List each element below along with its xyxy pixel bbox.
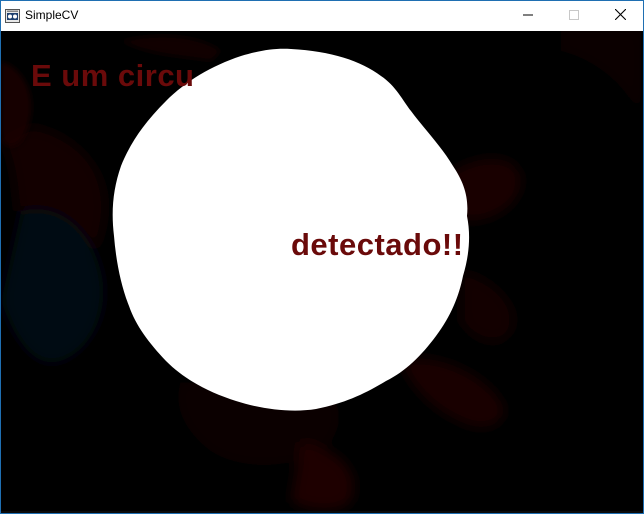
minimize-icon <box>523 7 533 25</box>
window-title: SimpleCV <box>25 8 79 22</box>
simplecv-app-icon <box>5 9 20 23</box>
video-frame: E um circu detectado!! <box>1 31 643 513</box>
close-button[interactable] <box>597 1 643 31</box>
simplecv-window: SimpleCV E um circu detectado!! <box>0 0 644 514</box>
maximize-button[interactable] <box>551 1 597 31</box>
frame-image <box>1 31 643 513</box>
maximize-icon <box>569 7 579 25</box>
caption-detected: detectado!! <box>291 227 464 262</box>
title-bar[interactable]: SimpleCV <box>1 1 643 32</box>
close-icon <box>614 7 626 25</box>
minimize-button[interactable] <box>505 1 551 31</box>
caption-top: E um circu <box>31 58 195 93</box>
